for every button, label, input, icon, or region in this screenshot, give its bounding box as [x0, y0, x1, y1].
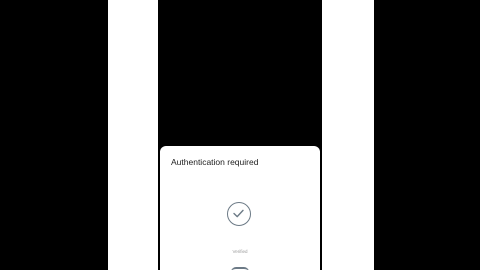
screen: Authentication required Verified — [0, 0, 480, 270]
checkmark-glyph — [233, 209, 244, 218]
checkmark-icon — [227, 202, 251, 226]
authentication-dialog: Authentication required Verified — [160, 146, 320, 270]
authentication-dialog-title: Authentication required — [171, 157, 259, 167]
authentication-status: Verified — [232, 249, 248, 254]
